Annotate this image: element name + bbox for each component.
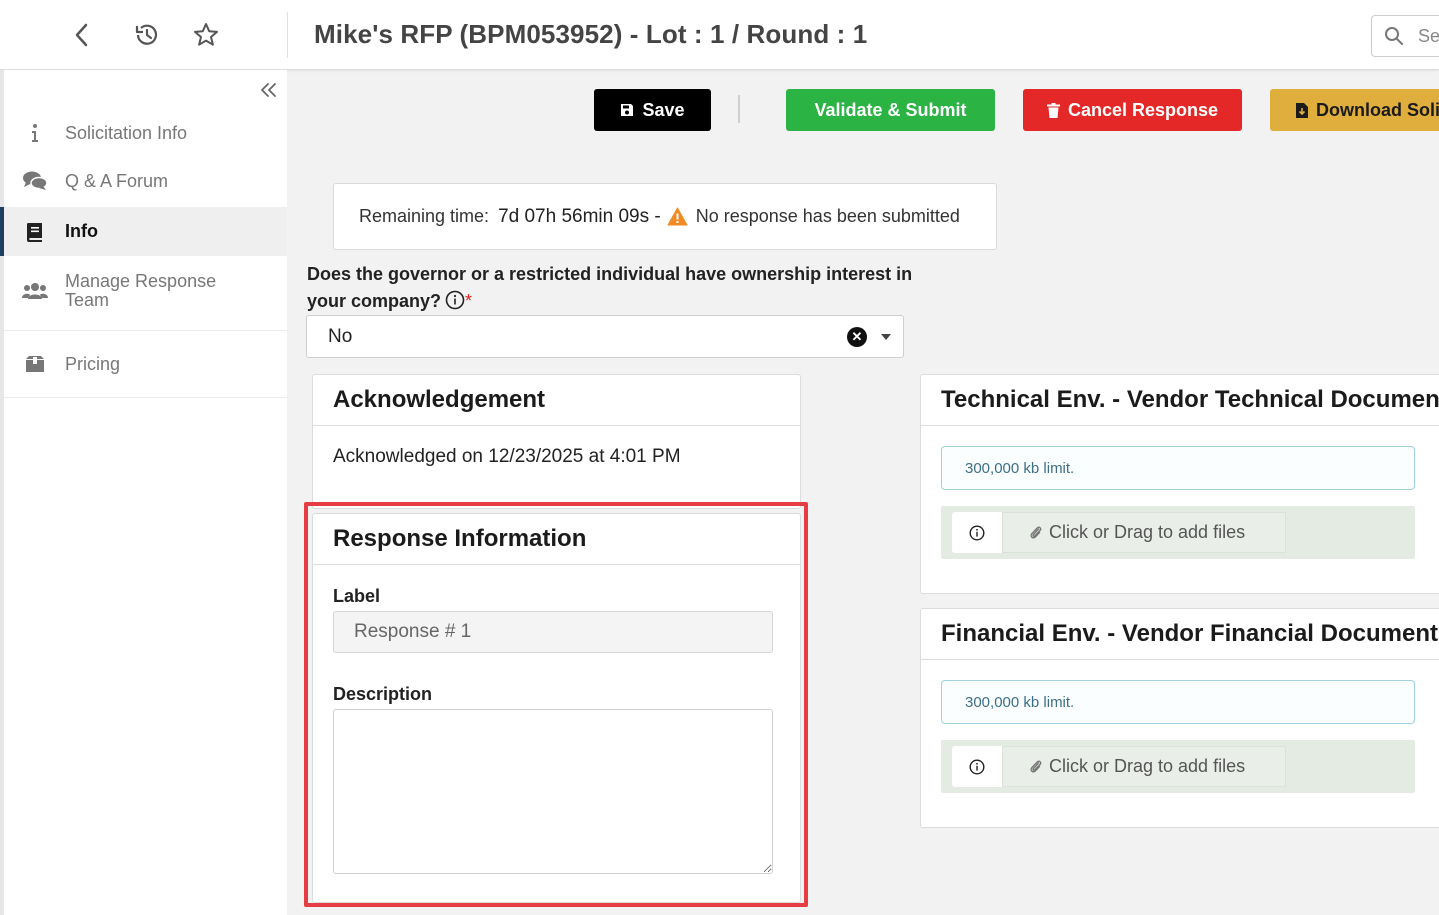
download-solicitation-button[interactable]: Download Soli [1270,89,1439,131]
save-label: Save [642,99,685,120]
cancel-label: Cancel Response [1067,99,1219,120]
file-size-limit-notice: 300,000 kb limit. [941,446,1415,490]
response-information-title: Response Information [313,514,800,565]
back-button[interactable] [67,20,97,50]
technical-env-card: Technical Env. - Vendor Technical Docume… [920,374,1439,594]
ownership-question: Does the governor or a restricted indivi… [307,261,917,315]
file-dropzone[interactable]: Click or Drag to add files [941,506,1415,559]
ownership-question-text: Does the governor or a restricted indivi… [307,264,913,311]
ownership-select[interactable]: No ✕ [306,315,904,358]
double-chevron-left-icon [261,83,276,97]
response-information-card: Response Information Label Response # 1 … [312,513,801,903]
floppy-disk-icon [621,104,634,116]
header-divider [287,12,288,58]
trash-icon [1046,102,1060,118]
paperclip-icon [1030,526,1042,539]
history-icon [135,24,158,45]
acknowledgement-text: Acknowledged on 12/23/2025 at 4:01 PM [333,446,681,467]
label-input[interactable]: Response # 1 [333,611,773,653]
description-field-label: Description [333,684,433,704]
sidebar-item-manage-response-team[interactable]: Manage Response Team [4,266,287,316]
sidebar-divider [4,330,287,331]
info-circle-icon [969,524,985,541]
search-icon [1385,27,1403,45]
add-files-button[interactable]: Click or Drag to add files [1002,512,1286,553]
acknowledgement-title: Acknowledgement [313,375,800,426]
download-label: Download Soli [1316,99,1439,120]
collapse-sidebar-button[interactable] [260,78,278,104]
required-asterisk: * [465,291,473,311]
file-size-limit-notice: 300,000 kb limit. [941,680,1415,724]
top-header: Mike's RFP (BPM053952) - Lot : 1 / Round… [0,0,1439,70]
sidebar-item-label: Solicitation Info [65,122,188,143]
warning-icon [667,207,688,226]
caret-down-icon[interactable] [881,334,891,340]
sidebar-item-qa-forum[interactable]: Q & A Forum [4,162,287,200]
remaining-time-box: Remaining time: 7d 07h 56min 09s - No re… [333,183,997,250]
box-icon [22,355,48,373]
users-icon [22,282,48,300]
sidebar: Solicitation Info Q & A Forum Info Manag… [0,70,287,915]
sidebar-item-info[interactable]: Info [0,207,287,256]
paperclip-icon [1030,760,1042,773]
sidebar-item-label: Q & A Forum [65,170,169,191]
toolbar-divider [738,95,740,123]
sidebar-item-label: Pricing [65,353,121,374]
info-icon [22,123,48,143]
clear-selection-icon[interactable]: ✕ [847,327,867,347]
remaining-time-value: 7d 07h 56min 09s - [498,205,661,227]
info-circle-icon[interactable] [445,290,465,310]
description-textarea[interactable] [333,709,773,874]
upload-info-button[interactable] [952,746,1002,787]
save-button[interactable]: Save [594,89,711,131]
technical-env-title: Technical Env. - Vendor Technical Docume… [921,375,1439,426]
favorite-button[interactable] [191,20,221,50]
add-files-button[interactable]: Click or Drag to add files [1002,746,1286,787]
sidebar-item-solicitation-info[interactable]: Solicitation Info [4,114,287,152]
ownership-select-value: No [328,325,353,347]
search-placeholder: Se [1418,25,1439,46]
add-files-label: Click or Drag to add files [1049,756,1246,776]
file-dropzone[interactable]: Click or Drag to add files [941,740,1415,793]
comments-icon [22,170,48,192]
add-files-label: Click or Drag to add files [1049,522,1246,542]
financial-env-title: Financial Env. - Vendor Financial Docume… [921,609,1439,660]
chevron-left-icon [75,23,88,47]
label-field-label: Label [333,586,381,606]
history-button[interactable] [132,20,162,50]
search-box[interactable]: Se [1371,15,1439,57]
sidebar-item-pricing[interactable]: Pricing [4,345,287,383]
sidebar-item-label: Manage Response Team [65,271,217,310]
upload-info-button[interactable] [952,512,1002,553]
file-download-icon [1296,102,1308,118]
financial-env-card: Financial Env. - Vendor Financial Docume… [920,608,1439,828]
acknowledgement-card: Acknowledgement Acknowledged on 12/23/20… [312,374,801,509]
page-title: Mike's RFP (BPM053952) - Lot : 1 / Round… [314,19,868,49]
validate-submit-button[interactable]: Validate & Submit [786,89,995,131]
info-circle-icon [969,758,985,775]
sidebar-item-label: Info [65,221,98,241]
validate-label: Validate & Submit [814,99,967,120]
star-icon [194,23,218,46]
cancel-response-button[interactable]: Cancel Response [1023,89,1242,131]
book-icon [22,222,48,242]
remaining-time-label: Remaining time: [359,206,490,226]
sidebar-divider [4,397,287,398]
submission-status: No response has been submitted [695,206,960,226]
